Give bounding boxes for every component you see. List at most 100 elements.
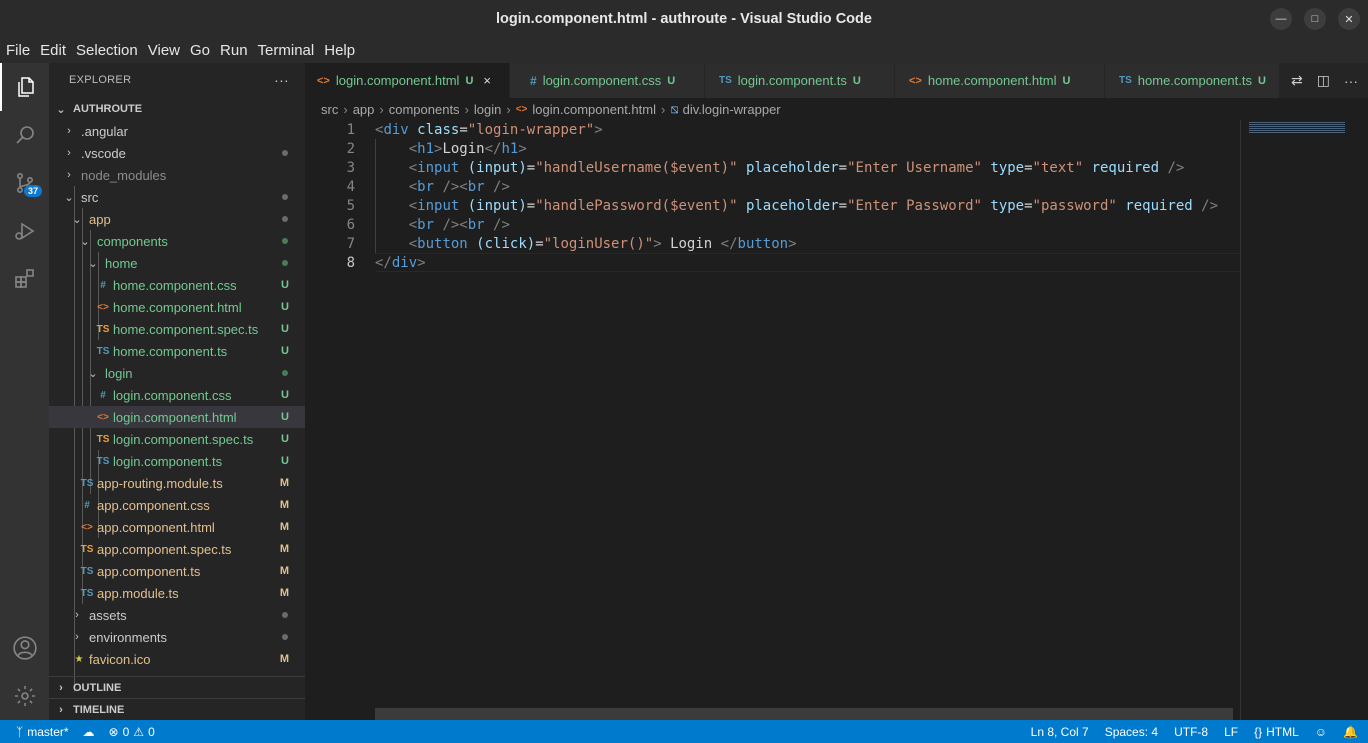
file-tree: › .angular › .vscode › node_modules ⌄ src ⌄ a…: [49, 120, 305, 692]
timeline-section[interactable]: › TIMELINE: [49, 698, 305, 720]
language-mode[interactable]: {} HTML: [1254, 725, 1299, 739]
tree-item-node-modules[interactable]: › node_modules: [49, 164, 305, 186]
tree-item-home-ts[interactable]: TS home.component.ts U: [49, 340, 305, 362]
language-label: HTML: [1266, 724, 1299, 739]
code-line: 7 <button (click)="loginUser()"> Login <…: [305, 234, 1240, 253]
close-window-button[interactable]: ✕: [1338, 8, 1360, 30]
tree-item-label: favicon.ico: [89, 651, 151, 667]
vertical-scrollbar[interactable]: [1354, 120, 1368, 720]
line-ending[interactable]: LF: [1224, 725, 1238, 739]
split-editor-icon[interactable]: ◫: [1317, 72, 1330, 89]
tree-item-environments[interactable]: › environments: [49, 626, 305, 648]
workspace-root[interactable]: ⌄ AUTHROUTE: [49, 98, 305, 120]
tab-login-ts[interactable]: TS login.component.ts U: [705, 63, 895, 98]
extensions-activity-icon[interactable]: [0, 255, 49, 303]
breadcrumb-src[interactable]: src: [321, 102, 338, 117]
breadcrumb-symbol[interactable]: div.login-wrapper: [683, 102, 781, 117]
notification-bell-icon[interactable]: 🔔: [1343, 725, 1358, 739]
sync-button[interactable]: ☁: [83, 725, 95, 739]
tree-item-app-ts[interactable]: TS app.component.ts M: [49, 560, 305, 582]
code-line: 4 <br /><br />: [305, 177, 1240, 196]
tree-item-app-html[interactable]: <> app.component.html M: [49, 516, 305, 538]
tree-item-app-spec[interactable]: TS app.component.spec.ts M: [49, 538, 305, 560]
menu-selection[interactable]: Selection: [76, 42, 138, 59]
tab-login-css[interactable]: # login.component.css U: [510, 63, 705, 98]
tree-item-assets[interactable]: › assets: [49, 604, 305, 626]
tree-item-login-spec[interactable]: TS login.component.spec.ts U: [49, 428, 305, 450]
tree-item-vscode[interactable]: › .vscode: [49, 142, 305, 164]
tree-item-label: assets: [89, 607, 127, 623]
tree-item-src[interactable]: ⌄ src: [49, 186, 305, 208]
explorer-more-icon[interactable]: ···: [274, 72, 289, 88]
tree-item-login-css[interactable]: # login.component.css U: [49, 384, 305, 406]
tree-item-label: src: [81, 189, 99, 205]
problems-indicator[interactable]: ⊗ 0 ⚠ 0: [109, 725, 155, 739]
css-file-icon: #: [530, 73, 537, 88]
account-activity-icon[interactable]: [0, 624, 49, 672]
code-line-8: </div>: [375, 254, 426, 271]
tree-item-home-html[interactable]: <> home.component.html U: [49, 296, 305, 318]
breadcrumb-app[interactable]: app: [353, 102, 375, 117]
horizontal-scrollbar[interactable]: [375, 708, 1233, 720]
branch-indicator[interactable]: ᛉ master*: [16, 725, 69, 739]
tree-item-favicon[interactable]: ★ favicon.ico M: [49, 648, 305, 670]
tree-item-label: app.component.html: [97, 519, 215, 535]
compare-changes-icon[interactable]: ⇄: [1291, 72, 1303, 89]
tree-item-login[interactable]: ⌄ login: [49, 362, 305, 384]
run-debug-activity-icon[interactable]: [0, 207, 49, 255]
tree-item-app[interactable]: ⌄ app: [49, 208, 305, 230]
star-file-icon: ★: [74, 653, 84, 665]
chevron-right-icon: ›: [67, 147, 71, 159]
tree-item-home-spec[interactable]: TS home.component.spec.ts U: [49, 318, 305, 340]
source-control-activity-icon[interactable]: 37: [0, 159, 49, 207]
tree-item-home[interactable]: ⌄ home: [49, 252, 305, 274]
settings-gear-icon[interactable]: [0, 672, 49, 720]
feedback-icon[interactable]: ☺: [1315, 725, 1327, 739]
menu-view[interactable]: View: [148, 42, 180, 59]
tree-item-login-html[interactable]: <> login.component.html U: [49, 406, 305, 428]
outline-section[interactable]: › OUTLINE: [49, 676, 305, 698]
tab-login-html[interactable]: <> login.component.html U ×: [305, 63, 510, 98]
tree-item-angular[interactable]: › .angular: [49, 120, 305, 142]
encoding[interactable]: UTF-8: [1174, 725, 1208, 739]
maximize-button[interactable]: □: [1304, 8, 1326, 30]
ts-file-icon: TS: [96, 455, 110, 467]
ts-file-icon: TS: [80, 477, 94, 489]
menu-file[interactable]: File: [6, 42, 30, 59]
code-editor[interactable]: 1 <div class="login-wrapper"> 2 <h1>Login…: [305, 120, 1240, 720]
git-status: M: [279, 565, 289, 577]
tree-item-label: home: [105, 255, 138, 271]
code-line: 5 <input (input)="handlePassword($event)…: [305, 196, 1240, 215]
tree-item-app-module[interactable]: TS app.module.ts M: [49, 582, 305, 604]
tab-home-html[interactable]: <> home.component.html U: [895, 63, 1105, 98]
breadcrumb-components[interactable]: components: [389, 102, 460, 117]
error-icon: ⊗: [108, 724, 119, 739]
tree-item-app-css[interactable]: # app.component.css M: [49, 494, 305, 516]
tree-item-login-ts[interactable]: TS login.component.ts U: [49, 450, 305, 472]
tree-item-components[interactable]: ⌄ components: [49, 230, 305, 252]
close-tab-icon[interactable]: ×: [483, 73, 491, 88]
tree-item-home-css[interactable]: # home.component.css U: [49, 274, 305, 296]
modified-dot: [282, 612, 288, 618]
tree-item-app-routing[interactable]: TS app-routing.module.ts M: [49, 472, 305, 494]
breadcrumb-file[interactable]: login.component.html: [532, 102, 656, 117]
menu-edit[interactable]: Edit: [40, 42, 66, 59]
menu-run[interactable]: Run: [220, 42, 248, 59]
search-activity-icon[interactable]: [0, 111, 49, 159]
tab-home-ts[interactable]: TS home.component.ts U: [1105, 63, 1280, 98]
menu-terminal[interactable]: Terminal: [258, 42, 315, 59]
indentation[interactable]: Spaces: 4: [1105, 725, 1158, 739]
breadcrumb-login[interactable]: login: [474, 102, 501, 117]
minimap[interactable]: [1240, 120, 1354, 720]
tree-item-label: home.component.ts: [113, 343, 228, 359]
tree-item-label: app.component.ts: [97, 563, 201, 579]
menu-help[interactable]: Help: [324, 42, 355, 59]
tree-item-label: app.module.ts: [97, 585, 179, 601]
outline-label: OUTLINE: [73, 681, 122, 694]
menu-go[interactable]: Go: [190, 42, 210, 59]
line-number: 1: [346, 121, 355, 138]
more-actions-icon[interactable]: ···: [1344, 73, 1358, 89]
minimize-button[interactable]: —: [1270, 8, 1292, 30]
cursor-position[interactable]: Ln 8, Col 7: [1031, 725, 1089, 739]
explorer-activity-icon[interactable]: [0, 63, 49, 111]
